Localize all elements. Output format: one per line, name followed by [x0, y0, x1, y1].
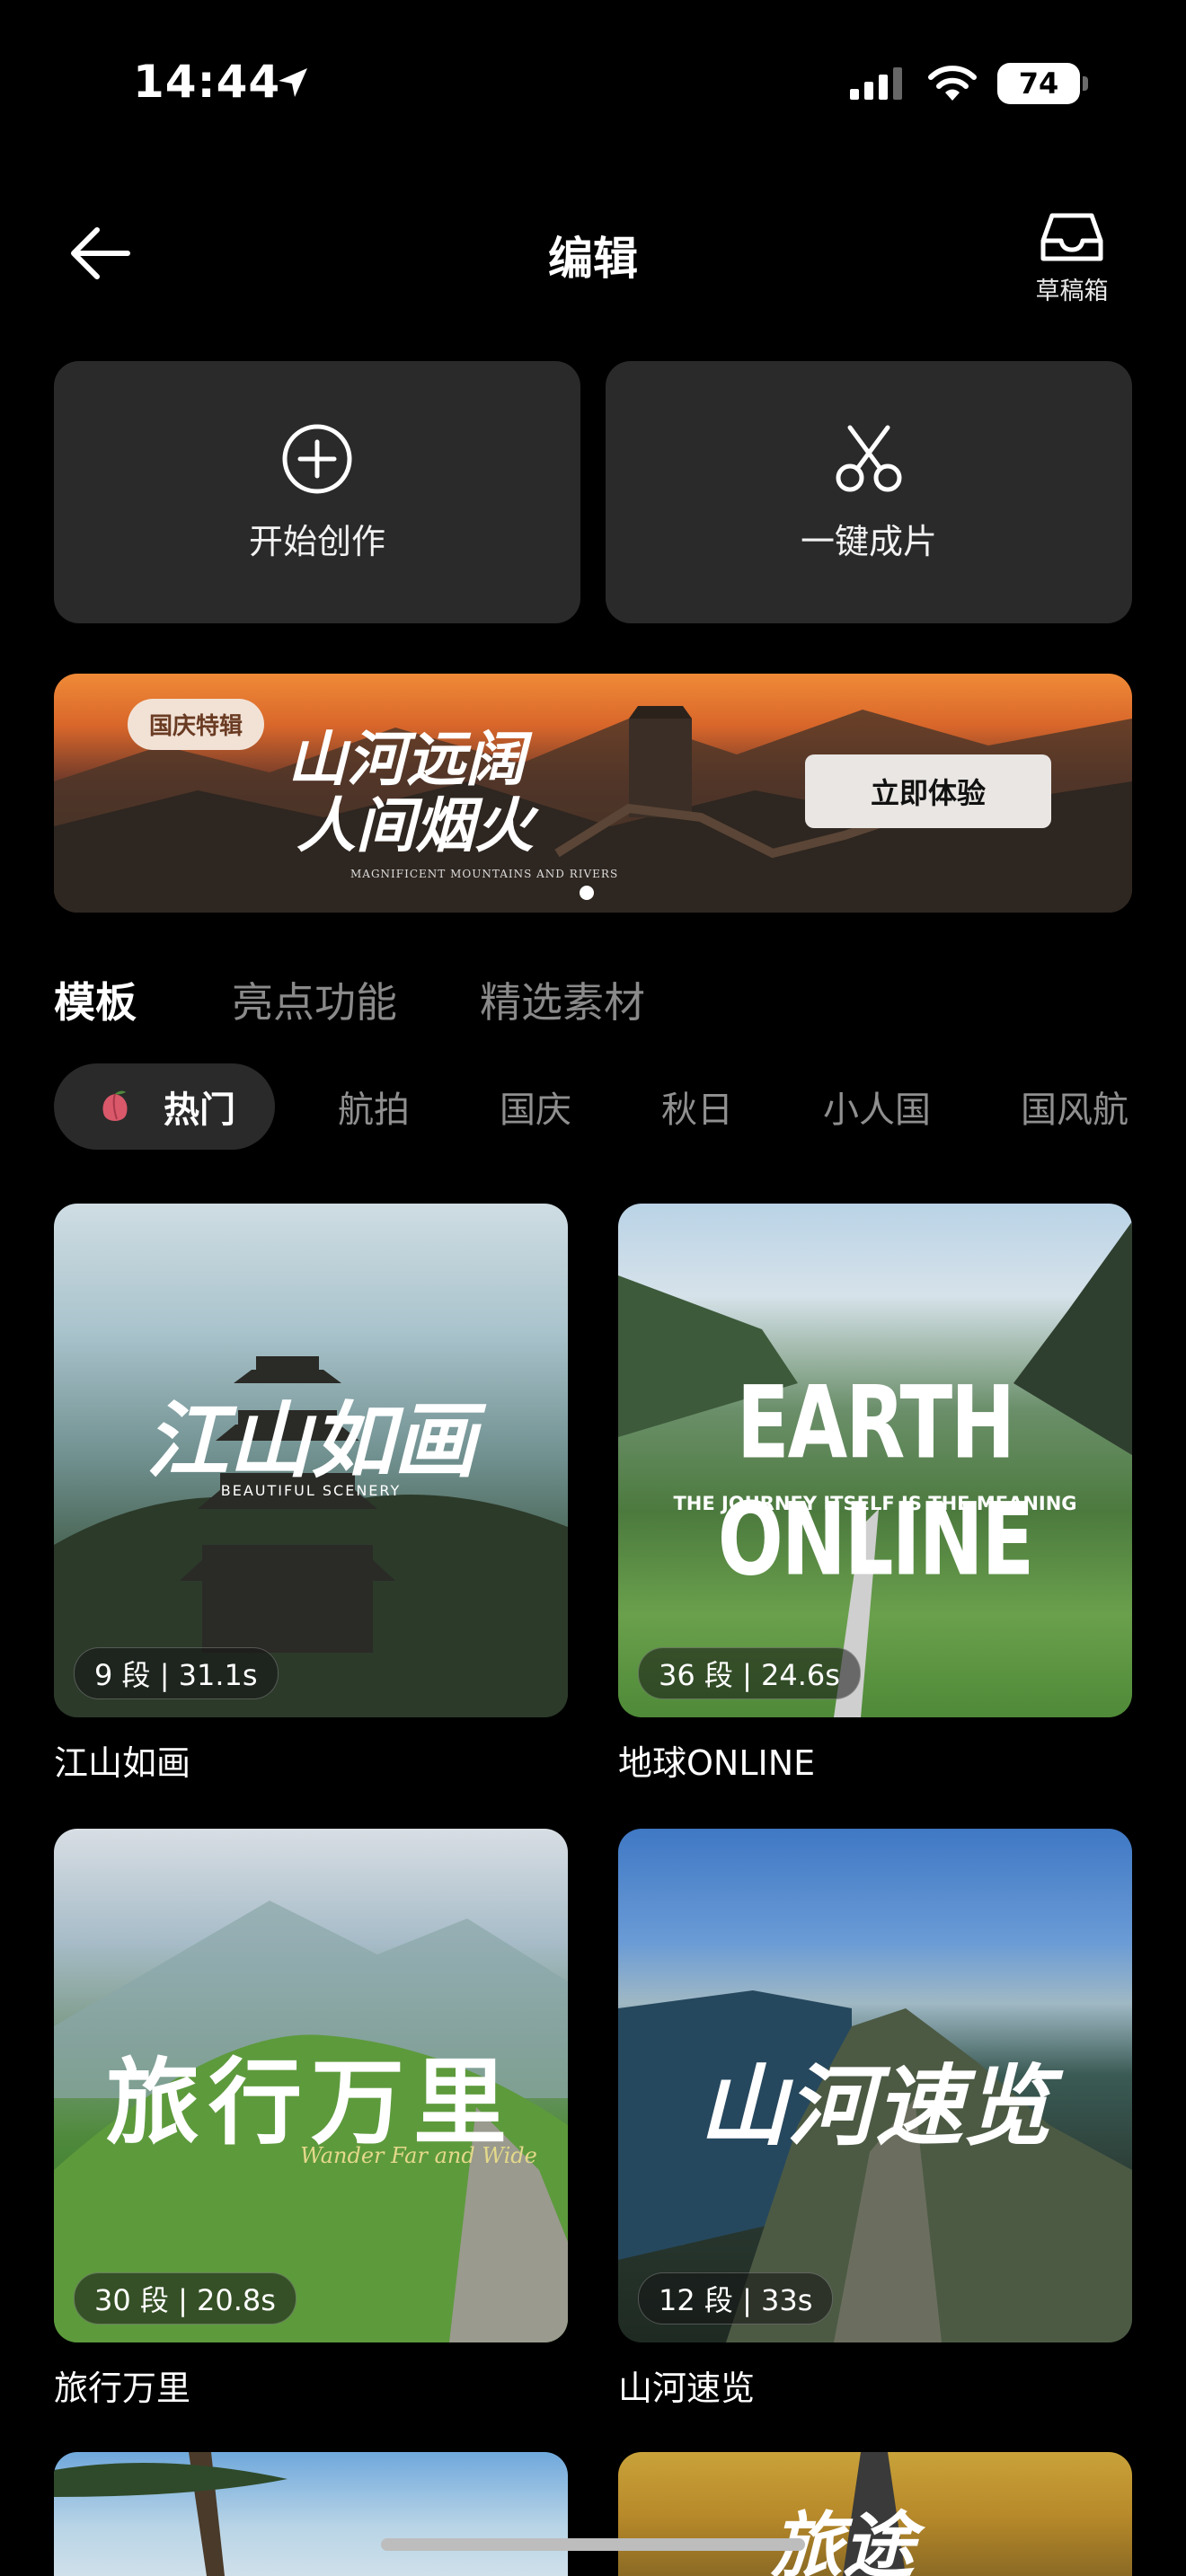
- drafts-button[interactable]: 草稿箱: [1005, 208, 1139, 306]
- scissors-icon: [836, 425, 902, 491]
- start-creating-label: 开始创作: [248, 521, 385, 561]
- tab-highlight-features[interactable]: 亮点功能: [232, 970, 397, 1029]
- template-overlay-subtitle: Wander Far and Wide: [300, 2143, 537, 2168]
- template-card[interactable]: EARTH ONLINE THE JOURNEY ITSELF IS THE M…: [618, 1204, 1132, 1785]
- tab-templates[interactable]: 模板: [54, 970, 137, 1029]
- segment-duration-badge: 30 段 | 20.8s: [74, 2272, 296, 2325]
- chip-guofeng[interactable]: 国风航: [1021, 1081, 1128, 1133]
- inbox-tray-icon: [1040, 213, 1103, 261]
- one-click-video-label: 一键成片: [800, 521, 937, 561]
- template-thumbnail: EARTH ONLINE THE JOURNEY ITSELF IS THE M…: [618, 1204, 1132, 1717]
- segment-duration-badge: 9 段 | 31.1s: [74, 1647, 279, 1699]
- banner-title-line2: 人间烟火: [296, 790, 534, 860]
- location-arrow-icon: [279, 68, 307, 97]
- template-thumbnail: 山河速览 12 段 | 33s: [618, 1829, 1132, 2342]
- segment-duration-badge: 12 段 | 33s: [638, 2272, 834, 2325]
- template-card[interactable]: 旅途: [618, 2452, 1132, 2576]
- promo-banner[interactable]: 国庆特辑 山河远阔 人间烟火 MAGNIFICENT MOUNTAINS AND…: [54, 674, 1132, 913]
- chip-hot-label: 热门: [164, 1090, 235, 1131]
- home-indicator[interactable]: [381, 2538, 805, 2551]
- drafts-label: 草稿箱: [1035, 278, 1109, 305]
- chip-aerial[interactable]: 航拍: [338, 1081, 410, 1133]
- template-overlay-title: 旅途: [771, 2503, 915, 2576]
- template-name: 旅行万里: [54, 2369, 191, 2408]
- chip-hot[interactable]: 热门: [54, 1063, 275, 1150]
- carousel-dot-active: [580, 886, 594, 900]
- start-creating-button[interactable]: 开始创作: [54, 361, 580, 623]
- chip-national-day[interactable]: 国庆: [500, 1081, 571, 1133]
- template-overlay-title: 山河速览: [698, 2055, 1051, 2158]
- template-card[interactable]: 旅行万里 Wander Far and Wide 30 段 | 20.8s 旅行…: [54, 1829, 568, 2410]
- template-name: 江山如画: [54, 1743, 191, 1783]
- chip-miniature[interactable]: 小人国: [823, 1081, 931, 1133]
- template-name: 山河速览: [618, 2369, 756, 2408]
- status-indicators: 74: [850, 63, 1088, 104]
- template-thumbnail: 旅行万里 Wander Far and Wide 30 段 | 20.8s: [54, 1829, 568, 2342]
- battery-indicator: 74: [997, 63, 1088, 104]
- status-time: 14:44: [133, 56, 281, 108]
- template-overlay-title: 旅行万里: [105, 2047, 516, 2157]
- category-chips: 热门 航拍 国庆 秋日 小人国 国风航: [54, 1063, 1186, 1150]
- cellular-signal-icon: [850, 67, 902, 100]
- try-now-button[interactable]: 立即体验: [805, 754, 1051, 828]
- banner-title: 山河远阔 人间烟火: [288, 726, 534, 859]
- template-card[interactable]: 山河速览 12 段 | 33s 山河速览: [618, 1829, 1132, 2410]
- template-thumbnail: 江山如画 BEAUTIFUL SCENERY 9 段 | 31.1s: [54, 1204, 568, 1717]
- banner-title-line1: 山河远阔: [288, 724, 525, 794]
- plus-circle-icon: [282, 424, 352, 493]
- template-card[interactable]: [54, 2452, 568, 2576]
- wifi-icon: [928, 66, 977, 101]
- segment-duration-badge: 36 段 | 24.6s: [638, 1647, 861, 1699]
- one-click-video-button[interactable]: 一键成片: [606, 361, 1132, 623]
- template-overlay-title: EARTH ONLINE: [717, 1365, 1035, 1599]
- template-overlay-title: 江山如画: [145, 1392, 476, 1489]
- banner-tag: 国庆特辑: [128, 699, 265, 750]
- template-overlay-subtitle: THE JOURNEY ITSELF IS THE MEANING: [673, 1493, 1077, 1514]
- template-card[interactable]: 江山如画 BEAUTIFUL SCENERY 9 段 | 31.1s 江山如画: [54, 1204, 568, 1785]
- chip-autumn[interactable]: 秋日: [661, 1081, 733, 1133]
- tab-featured-materials[interactable]: 精选素材: [480, 970, 645, 1029]
- banner-subtitle: MAGNIFICENT MOUNTAINS AND RIVERS: [350, 868, 619, 880]
- peach-icon: [102, 1090, 128, 1121]
- pine-tree-image: [54, 2452, 288, 2576]
- template-name: 地球ONLINE: [618, 1743, 816, 1783]
- template-overlay-subtitle: BEAUTIFUL SCENERY: [220, 1482, 402, 1499]
